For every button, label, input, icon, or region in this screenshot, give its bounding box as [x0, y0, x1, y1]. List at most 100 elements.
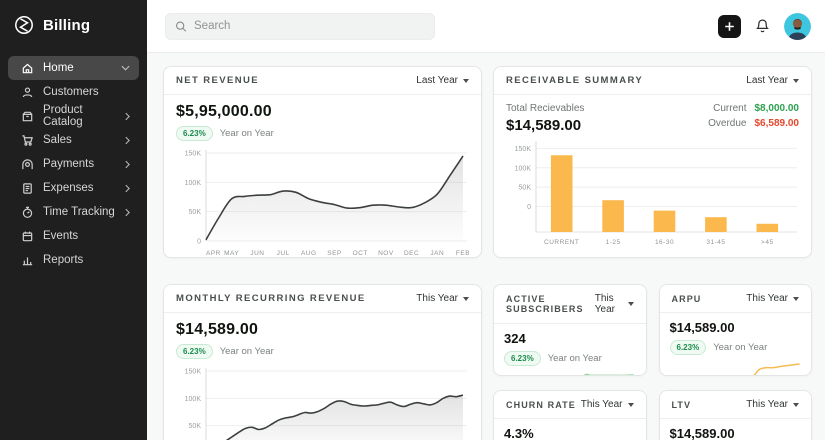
billing-logo-icon — [15, 16, 33, 34]
app-logo: Billing — [0, 0, 147, 49]
period-selector[interactable]: This Year — [581, 399, 634, 410]
search-icon — [175, 20, 187, 32]
card-title: NET REVENUE — [176, 75, 259, 86]
badge-row: 6.23% Year on Year — [176, 126, 469, 141]
receivable-summary-card: RECEIVABLE SUMMARY Last Year Total Recie… — [493, 66, 812, 258]
svg-text:DEC: DEC — [404, 250, 419, 257]
badge-row: 6.23% Year on Year — [504, 351, 636, 366]
home-icon — [22, 63, 33, 73]
card-header: ARPU This Year — [659, 285, 811, 313]
mrr-value: $14,589.00 — [176, 321, 259, 338]
svg-text:31-45: 31-45 — [706, 239, 725, 246]
period-label: This Year — [416, 293, 458, 304]
svg-text:0: 0 — [197, 239, 201, 246]
period-label: This Year — [746, 293, 788, 304]
search-input[interactable] — [194, 20, 425, 32]
receivable-totals: Total Recievables $14,589.00 Current $8,… — [506, 103, 799, 134]
card-header: MONTHLY RECURRING REVENUE This Year — [164, 285, 481, 313]
svg-text:50K: 50K — [519, 185, 532, 192]
topbar-actions — [718, 12, 811, 40]
svg-text:1-25: 1-25 — [606, 239, 621, 246]
sidebar-item-sales[interactable]: Sales — [8, 128, 139, 152]
chevron-down-icon — [793, 402, 799, 407]
avatar[interactable] — [784, 12, 811, 40]
period-selector[interactable]: This Year — [746, 293, 799, 304]
card-header: NET REVENUE Last Year — [164, 67, 481, 95]
card-body: Total Recievables $14,589.00 Current $8,… — [494, 95, 811, 250]
main-area: NET REVENUE Last Year $5,95,000.00 6.23%… — [147, 0, 825, 440]
chevron-down-icon — [121, 65, 130, 71]
chevron-right-icon — [125, 208, 130, 216]
active-subscribers-card: ACTIVE SUBSCRIBERS This Year 324 6.23% Y… — [493, 284, 647, 376]
svg-text:CURRENT: CURRENT — [544, 239, 579, 246]
topbar — [147, 0, 825, 53]
card-body: 4.3% 6.23% Year on Year — [494, 419, 646, 440]
card-header: CHURN RATE This Year — [494, 391, 646, 419]
sidebar-item-home[interactable]: Home — [8, 56, 139, 80]
card-title: ACTIVE SUBSCRIBERS — [506, 294, 584, 314]
card-header: LTV This Year — [659, 391, 811, 419]
period-selector[interactable]: This Year — [595, 293, 634, 315]
sidebar-nav: Home Customers Product Catalog Sales Pay… — [0, 49, 147, 279]
sidebar-item-label: Sales — [43, 134, 72, 146]
current-row: Current $8,000.00 — [708, 103, 799, 114]
card-body: $14,589.00 6.23% Year on Year — [660, 419, 812, 440]
mrr-chart: 150K100K50K0 — [176, 365, 469, 440]
overdue-value: $6,589.00 — [754, 118, 800, 129]
svg-text:APR: APR — [206, 250, 221, 257]
search-box[interactable] — [165, 12, 435, 40]
yoy-badge: 6.23% — [176, 344, 213, 359]
customers-icon — [22, 86, 33, 97]
sidebar-item-product-catalog[interactable]: Product Catalog — [8, 104, 139, 128]
dashboard-row-2: MONTHLY RECURRING REVENUE This Year $14,… — [163, 284, 812, 440]
chevron-right-icon — [125, 160, 130, 168]
period-selector[interactable]: This Year — [416, 293, 469, 304]
net-revenue-card: NET REVENUE Last Year $5,95,000.00 6.23%… — [163, 66, 482, 258]
sidebar-item-events[interactable]: Events — [8, 224, 139, 248]
yoy-badge: 6.23% — [669, 340, 707, 355]
yoy-label: Year on Year — [219, 346, 274, 357]
period-selector[interactable]: This Year — [746, 399, 799, 410]
card-header: ACTIVE SUBSCRIBERS This Year — [494, 285, 646, 324]
card-body: 324 6.23% Year on Year — [494, 324, 646, 375]
arpu-card: ARPU This Year $14,589.00 6.23% Year on … — [658, 284, 812, 376]
svg-text:50K: 50K — [189, 423, 202, 430]
chevron-down-icon — [463, 78, 469, 83]
sidebar-item-label: Expenses — [43, 182, 94, 194]
period-label: Last Year — [416, 75, 458, 86]
svg-text:FEB: FEB — [456, 250, 469, 257]
svg-text:MAY: MAY — [224, 250, 239, 257]
svg-text:100K: 100K — [515, 165, 532, 172]
period-selector[interactable]: Last Year — [746, 75, 799, 86]
sidebar-item-label: Events — [43, 230, 79, 242]
sidebar-item-label: Time Tracking — [43, 206, 115, 218]
badge-row: 6.23% Year on Year — [176, 344, 469, 359]
ltv-value: $14,589.00 — [669, 426, 735, 440]
svg-text:100K: 100K — [185, 396, 202, 403]
churn-rate-card: CHURN RATE This Year 4.3% 6.23% Year on … — [493, 390, 647, 440]
sidebar-item-customers[interactable]: Customers — [8, 80, 139, 104]
dashboard-content: NET REVENUE Last Year $5,95,000.00 6.23%… — [147, 53, 825, 440]
quick-add-button[interactable] — [718, 14, 741, 38]
dashboard-row-1: NET REVENUE Last Year $5,95,000.00 6.23%… — [163, 66, 812, 258]
svg-text:JAN: JAN — [430, 250, 444, 257]
chevron-down-icon — [793, 78, 799, 83]
period-selector[interactable]: Last Year — [416, 75, 469, 86]
ltv-card: LTV This Year $14,589.00 6.23% Year on Y… — [658, 390, 812, 440]
sidebar-item-time-tracking[interactable]: Time Tracking — [8, 200, 139, 224]
chevron-down-icon — [793, 296, 799, 301]
sidebar-item-reports[interactable]: Reports — [8, 248, 139, 272]
notifications-button[interactable] — [754, 18, 771, 35]
svg-text:JUN: JUN — [250, 250, 264, 257]
sidebar-item-label: Home — [43, 62, 74, 74]
churn-rate-value: 4.3% — [504, 426, 534, 440]
sidebar-item-payments[interactable]: Payments — [8, 152, 139, 176]
app-title: Billing — [43, 16, 91, 34]
card-title: RECEIVABLE SUMMARY — [506, 75, 644, 86]
arpu-value: $14,589.00 — [669, 320, 735, 335]
svg-text:NOV: NOV — [378, 250, 394, 257]
sales-icon — [22, 134, 33, 146]
active-subscribers-sparkline — [504, 372, 636, 375]
sidebar-item-expenses[interactable]: Expenses — [8, 176, 139, 200]
net-revenue-chart: 150K 100K 50K 0 APR MAY JUN JUL AUG SEP OCT NOV DEC J… — [176, 147, 470, 257]
